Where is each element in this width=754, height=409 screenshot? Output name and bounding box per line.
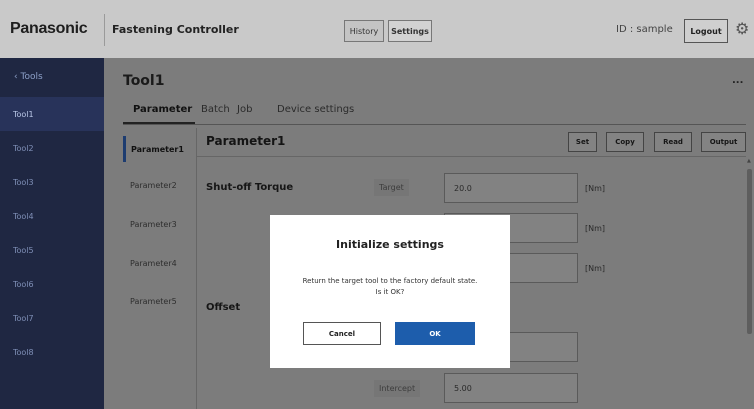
brand-logo: Panasonic [10, 20, 88, 37]
sidebar-item-tool7[interactable]: Tool7 [0, 301, 104, 335]
dialog-message: Return the target tool to the factory de… [270, 276, 510, 298]
unit-label-3: [Nm] [585, 264, 606, 273]
parameter-list: Parameter1 Parameter2 Parameter3 Paramet… [123, 128, 195, 409]
app-header: Panasonic Fastening Controller History S… [0, 0, 754, 58]
sidebar-item-tool2[interactable]: Tool2 [0, 131, 104, 165]
sidebar-item-tool5[interactable]: Tool5 [0, 233, 104, 267]
parameter-item-2[interactable]: Parameter2 [123, 172, 195, 198]
sidebar-item-tool8[interactable]: Tool8 [0, 335, 104, 369]
tab-job[interactable]: Job [237, 104, 252, 115]
offset-label: Offset [206, 302, 241, 313]
set-button[interactable]: Set [568, 132, 597, 152]
logout-button[interactable]: Logout [684, 19, 728, 43]
tab-batch[interactable]: Batch [201, 104, 230, 115]
ok-button[interactable]: OK [395, 322, 475, 345]
dialog-message-line-1: Return the target tool to the factory de… [302, 277, 478, 285]
output-button[interactable]: Output [701, 132, 746, 152]
read-button[interactable]: Read [654, 132, 692, 152]
user-id-label: ID : sample [616, 24, 673, 35]
cancel-button[interactable]: Cancel [303, 322, 381, 345]
parameter-title: Parameter1 [206, 134, 286, 148]
chevron-left-icon: ‹ [14, 72, 18, 82]
header-divider [104, 14, 105, 46]
target-input[interactable]: 20.0 [444, 173, 578, 203]
target-unit: [Nm] [585, 184, 606, 193]
shutoff-torque-label: Shut-off Torque [206, 182, 294, 193]
vertical-scrollbar[interactable] [747, 169, 752, 334]
back-label: Tools [20, 72, 43, 82]
tab-device-settings[interactable]: Device settings [277, 104, 354, 115]
dialog-message-line-2: Is it OK? [375, 288, 405, 296]
intercept-label: Intercept [374, 380, 421, 397]
parameter-header-divider [197, 156, 746, 157]
parameter-list-divider [196, 128, 197, 409]
app-title: Fastening Controller [112, 23, 239, 36]
gear-icon[interactable]: ⚙ [735, 21, 749, 37]
target-label: Target [374, 179, 409, 196]
scroll-up-arrow[interactable]: ▲ [747, 158, 751, 164]
parameter-item-3[interactable]: Parameter3 [123, 211, 195, 237]
tab-settings[interactable]: Settings [388, 20, 432, 42]
unit-label-2: [Nm] [585, 224, 606, 233]
sidebar-item-tool1[interactable]: Tool1 [0, 97, 104, 131]
copy-button[interactable]: Copy [606, 132, 644, 152]
tab-divider [123, 124, 746, 125]
tab-parameter[interactable]: Parameter [133, 104, 192, 115]
parameter-item-1[interactable]: Parameter1 [123, 136, 195, 162]
intercept-input[interactable]: 5.00 [444, 373, 578, 403]
parameter-item-4[interactable]: Parameter4 [123, 250, 195, 276]
dialog-title: Initialize settings [336, 238, 444, 251]
sidebar-item-tool6[interactable]: Tool6 [0, 267, 104, 301]
parameter-item-5[interactable]: Parameter5 [123, 288, 195, 314]
page-title: Tool1 [123, 73, 165, 89]
sidebar-item-tool3[interactable]: Tool3 [0, 165, 104, 199]
tools-sidebar: ‹ Tools Tool1 Tool2 Tool3 Tool4 Tool5 To… [0, 58, 104, 409]
sidebar-item-tool4[interactable]: Tool4 [0, 199, 104, 233]
more-options-button[interactable]: ... [732, 75, 743, 86]
initialize-settings-dialog: Initialize settings Return the target to… [270, 215, 510, 368]
tab-history[interactable]: History [344, 20, 384, 42]
back-to-tools-link[interactable]: ‹ Tools [14, 72, 43, 82]
